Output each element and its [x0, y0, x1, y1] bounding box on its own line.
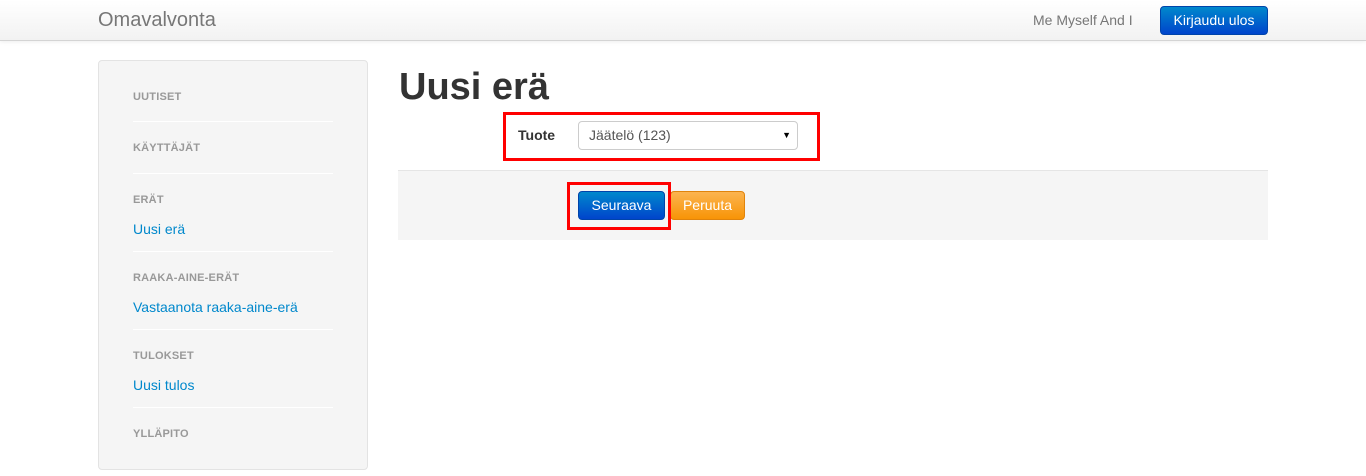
sidebar-header-news: UUTISET [133, 91, 182, 103]
logout-button[interactable]: Kirjaudu ulos [1160, 6, 1268, 35]
page-title: Uusi erä [399, 66, 549, 108]
form-actions [398, 170, 1268, 240]
sidebar: UUTISET KÄYTTÄJÄT ERÄT Uusi erä RAAKA-AI… [98, 60, 368, 470]
top-navbar: Omavalvonta Me Myself And I Kirjaudu ulo… [0, 0, 1366, 41]
cancel-button[interactable]: Peruuta [670, 191, 745, 220]
sidebar-item-new-batch[interactable]: Uusi erä [133, 221, 185, 237]
sidebar-header-batches: ERÄT [133, 194, 164, 206]
brand-logo[interactable]: Omavalvonta [98, 9, 216, 32]
sidebar-header-raw-material-batches: RAAKA-AINE-ERÄT [133, 272, 240, 284]
sidebar-divider [133, 251, 333, 252]
highlight-box [567, 182, 671, 230]
highlight-box [503, 112, 820, 161]
user-name[interactable]: Me Myself And I [1033, 12, 1133, 28]
sidebar-header-results: TULOKSET [133, 350, 194, 362]
sidebar-divider [133, 407, 333, 408]
sidebar-item-receive-raw-material-batch[interactable]: Vastaanota raaka-aine-erä [133, 299, 298, 315]
sidebar-divider [133, 329, 333, 330]
sidebar-header-users: KÄYTTÄJÄT [133, 142, 201, 154]
sidebar-header-maintenance: YLLÄPITO [133, 428, 189, 440]
sidebar-divider [133, 173, 333, 174]
sidebar-divider [133, 121, 333, 122]
sidebar-item-new-result[interactable]: Uusi tulos [133, 377, 194, 393]
